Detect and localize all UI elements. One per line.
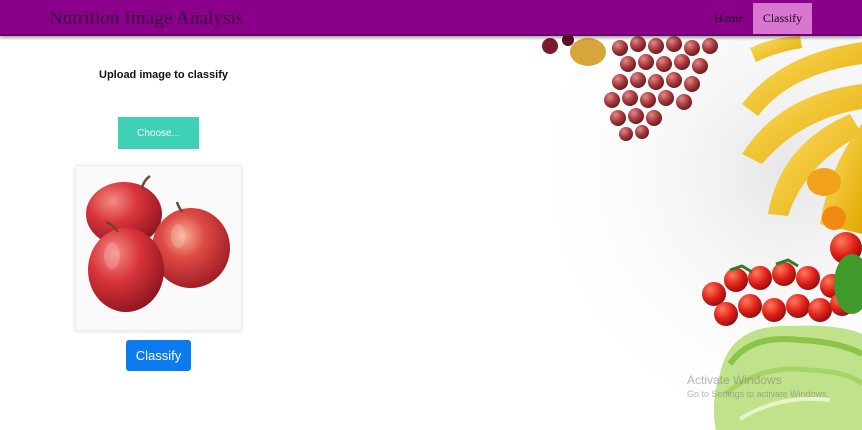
navbar: Nutrition Image Analysis Home Classify (0, 0, 862, 34)
apples-image (86, 174, 230, 312)
choose-file-button[interactable]: Choose... (118, 117, 199, 149)
fruit-background-image (480, 34, 862, 430)
classify-button[interactable]: Classify (126, 340, 191, 371)
nav-home[interactable]: Home (708, 3, 750, 34)
watermark-subtitle: Go to Settings to activate Windows. (687, 389, 830, 399)
watermark-title: Activate Windows (687, 373, 782, 387)
image-preview (75, 165, 242, 331)
nav-classify[interactable]: Classify (753, 3, 812, 34)
upload-title: Upload image to classify (99, 69, 228, 81)
brand-title[interactable]: Nutrition Image Analysis (49, 8, 244, 30)
windows-activation-watermark: Activate Windows Go to Settings to activ… (687, 373, 829, 399)
